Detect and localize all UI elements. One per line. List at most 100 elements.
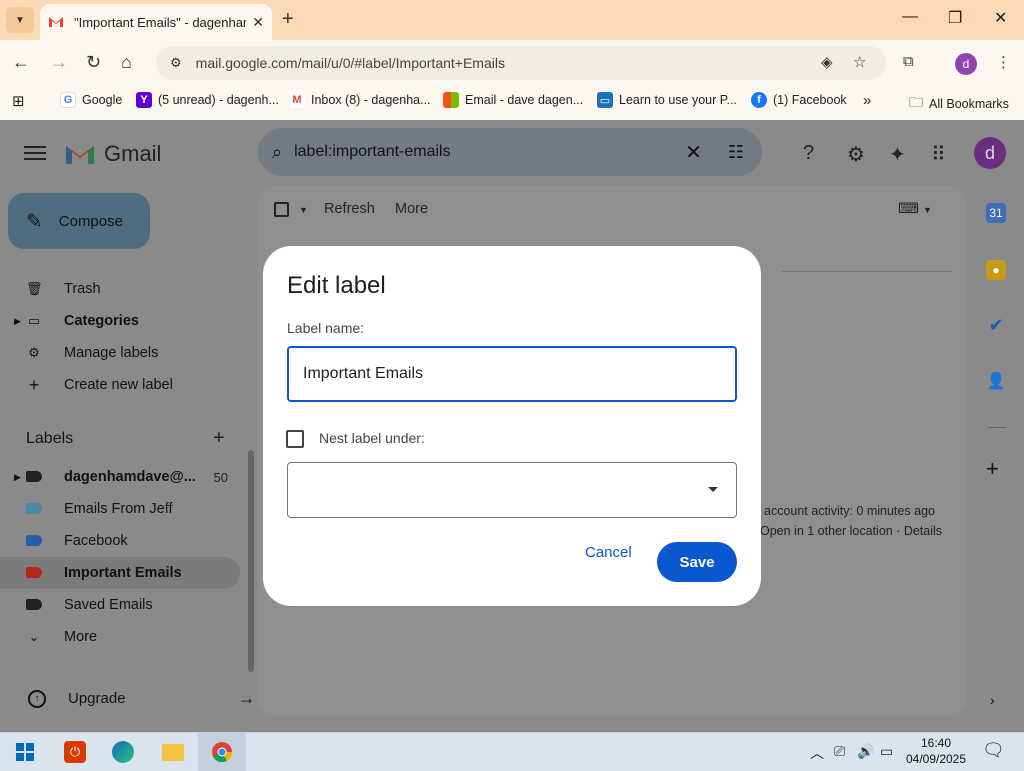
search-icon[interactable]: ⌕ — [272, 142, 282, 163]
google-apps-icon[interactable]: ⠿ — [931, 142, 946, 167]
input-tools-icon[interactable]: ⌨ ▼ — [898, 201, 932, 217]
more-bookmarks-button[interactable]: » — [863, 92, 871, 109]
search-options-icon[interactable]: ☷ — [728, 142, 744, 163]
show-hidden-icons-chevron[interactable]: ︿ — [810, 743, 824, 763]
bookmark-inbox[interactable]: M Inbox (8) - dagenha... — [289, 92, 431, 108]
edge-icon[interactable] — [110, 739, 136, 765]
last-account-activity: account activity: 0 minutes ago — [764, 504, 935, 518]
contacts-icon[interactable]: 👤 — [986, 371, 1006, 391]
label-tag-icon — [26, 534, 42, 546]
calendar-icon[interactable]: 31 — [986, 203, 1006, 223]
expand-arrow-icon[interactable]: ▶ — [14, 316, 21, 327]
save-button[interactable]: Save — [657, 542, 737, 582]
google-icon: G — [60, 92, 76, 108]
home-button[interactable]: ⌂ — [121, 52, 132, 73]
bookmark-yahoo[interactable]: Y (5 unread) - dagenh... — [136, 92, 279, 108]
tasks-icon[interactable]: ✔ — [986, 315, 1006, 335]
get-addons-icon[interactable]: + — [986, 456, 999, 482]
select-dropdown-icon[interactable]: ▼ — [299, 205, 308, 215]
new-tab-button[interactable]: + — [282, 8, 294, 31]
reload-button[interactable]: ↻ — [86, 52, 101, 73]
help-icon[interactable]: ? — [803, 142, 814, 165]
apps-grid-icon[interactable]: ⊞ — [12, 92, 25, 110]
pencil-icon: ✎ — [26, 210, 43, 233]
sidebar-item-categories[interactable]: ▶ ▭ Categories — [0, 305, 240, 337]
upgrade-icon: ↑ — [28, 689, 46, 708]
back-button[interactable]: ← — [12, 52, 30, 73]
windows-start-icon[interactable] — [12, 739, 38, 765]
browser-menu-icon[interactable]: ⋮ — [996, 53, 1011, 71]
chrome-icon[interactable] — [209, 739, 235, 765]
bookmark-email-dave[interactable]: Email - dave dagen... — [443, 92, 583, 108]
label-tag-icon — [26, 502, 42, 514]
yahoo-icon: Y — [136, 92, 152, 108]
keep-icon[interactable]: ● — [986, 260, 1006, 280]
power-app-icon[interactable]: ⏻ — [62, 739, 88, 765]
sidebar-scrollbar[interactable] — [248, 450, 254, 672]
label-name-input[interactable] — [287, 346, 737, 402]
mail-search-bar[interactable]: ⌕ label:important-emails ✕ ☷ — [258, 128, 762, 176]
sidebar-label-important-emails[interactable]: Important Emails — [0, 557, 240, 589]
cancel-button[interactable]: Cancel — [585, 544, 632, 561]
gmail-logo[interactable]: Gmail — [64, 141, 161, 167]
main-menu-icon[interactable] — [24, 146, 46, 160]
sidebar-label-emails-from-jeff[interactable]: Emails From Jeff — [0, 493, 240, 525]
display-icon[interactable]: ▭ — [880, 743, 893, 760]
bookmark-facebook[interactable]: f (1) Facebook — [751, 92, 847, 108]
label-tag-icon — [26, 598, 42, 610]
all-bookmarks-button[interactable]: 🗀 All Bookmarks — [909, 92, 1009, 116]
refresh-button[interactable]: Refresh — [324, 201, 375, 217]
url-text: mail.google.com/mail/u/0/#label/Importan… — [195, 55, 505, 71]
facebook-icon: f — [751, 92, 767, 108]
parent-label-select[interactable] — [287, 462, 737, 518]
compose-button[interactable]: ✎ Compose — [8, 193, 150, 249]
extension-diamond-icon[interactable]: ◈ — [821, 53, 833, 71]
profile-avatar[interactable]: d — [955, 53, 977, 75]
network-icon[interactable]: ⎚ — [834, 743, 845, 760]
volume-icon[interactable]: 🔊 — [857, 743, 874, 760]
clock-date: 04/09/2025 — [905, 752, 967, 766]
site-info-icon[interactable]: ⚙ — [170, 55, 182, 71]
gmail-favicon-icon — [49, 17, 63, 27]
file-explorer-icon[interactable] — [160, 739, 186, 765]
open-locations-details[interactable]: Open in 1 other location · Details — [760, 524, 942, 538]
sidebar-item-create-label[interactable]: + Create new label — [0, 369, 240, 401]
clear-search-icon[interactable]: ✕ — [685, 140, 702, 165]
expand-arrow-icon[interactable]: ▶ — [14, 472, 21, 483]
forward-button[interactable]: → — [50, 52, 68, 73]
browser-tab[interactable]: "Important Emails" - dagenham ✕ — [40, 4, 272, 40]
close-tab-icon[interactable]: ✕ — [252, 14, 264, 31]
minimize-button[interactable]: — — [902, 8, 918, 26]
more-actions-button[interactable]: More — [395, 201, 428, 217]
sidebar-item-manage-labels[interactable]: ⚙ Manage labels — [0, 337, 240, 369]
notifications-icon[interactable]: 🗨 — [982, 740, 1005, 761]
close-window-button[interactable]: ✕ — [994, 8, 1007, 28]
upgrade-button[interactable]: ↑ Upgrade → — [28, 688, 256, 709]
taskbar-clock[interactable]: 16:40 04/09/2025 — [902, 735, 970, 767]
restore-button[interactable]: ❐ — [948, 8, 962, 28]
sidebar-item-trash[interactable]: 🗑 Trash — [0, 273, 240, 305]
gmail-icon: M — [289, 92, 305, 108]
add-label-button[interactable]: + — [213, 427, 225, 450]
gmail-logo-icon — [66, 146, 94, 164]
select-all-checkbox[interactable]: ▼ — [274, 201, 308, 217]
extensions-puzzle-icon[interactable]: ⧉ — [903, 53, 914, 70]
bookmark-google[interactable]: G Google — [60, 92, 122, 108]
bookmark-star-icon[interactable]: ☆ — [853, 53, 866, 71]
clock-time: 16:40 — [920, 736, 952, 750]
bookmark-learn[interactable]: ▭ Learn to use your P... — [597, 92, 737, 108]
sidebar-label-dagenhamdave[interactable]: ▶ dagenhamdave@... 50 — [0, 461, 240, 493]
settings-gear-icon[interactable]: ⚙ — [847, 142, 865, 167]
sidebar-label-facebook[interactable]: Facebook — [0, 525, 240, 557]
account-avatar[interactable]: d — [974, 137, 1006, 169]
show-side-panel-icon[interactable]: › — [990, 692, 995, 708]
list-divider — [782, 271, 952, 272]
address-bar[interactable]: ⚙ mail.google.com/mail/u/0/#label/Import… — [156, 46, 886, 80]
sidebar-item-more[interactable]: ⌄ More — [0, 621, 240, 653]
gemini-sparkle-icon[interactable]: ✦ — [889, 142, 906, 167]
tab-search-button[interactable]: ▼ — [6, 7, 34, 33]
dialog-title: Edit label — [287, 272, 386, 299]
arrow-right-icon: → — [237, 688, 256, 708]
nest-label-checkbox[interactable] — [286, 430, 304, 448]
sidebar-label-saved-emails[interactable]: Saved Emails — [0, 589, 240, 621]
